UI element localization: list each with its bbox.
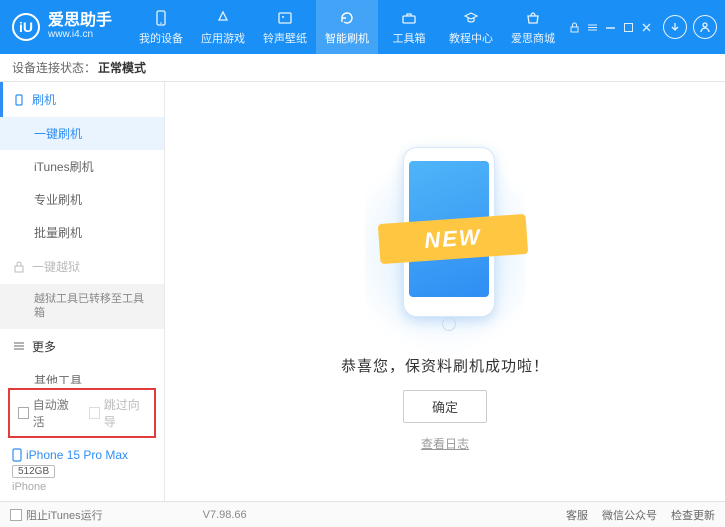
titlebar: iU 爱思助手 www.i4.cn 我的设备 应用游戏 铃声壁纸 智能刷机 工具… (0, 0, 725, 54)
sidebar-item-other-tools[interactable]: 其他工具 (0, 364, 164, 384)
footer: 阻止iTunes运行 V7.98.66 客服 微信公众号 检查更新 (0, 501, 725, 527)
download-button[interactable] (663, 15, 687, 39)
success-illustration: NEW (375, 141, 515, 341)
phone-icon (152, 9, 170, 27)
logo-icon: iU (12, 13, 40, 41)
checkbox-skip-guide[interactable]: 跳过向导 (89, 396, 146, 430)
sidebar-group-more[interactable]: 更多 (0, 329, 164, 364)
success-message: 恭喜您，保资料刷机成功啦！ (341, 355, 549, 376)
footer-wechat[interactable]: 微信公众号 (602, 507, 657, 523)
lock-icon[interactable] (567, 20, 581, 34)
sidebar-item-batch-flash[interactable]: 批量刷机 (0, 216, 164, 249)
close-button[interactable] (639, 20, 653, 34)
footer-update[interactable]: 检查更新 (671, 507, 715, 523)
refresh-icon (338, 9, 356, 27)
store-icon (524, 9, 542, 27)
sidebar-group-jailbreak: 一键越狱 (0, 249, 164, 284)
user-button[interactable] (693, 15, 717, 39)
sidebar-item-oneclick-flash[interactable]: 一键刷机 (0, 117, 164, 150)
sidebar-group-flash[interactable]: 刷机 (0, 82, 164, 117)
view-log-link[interactable]: 查看日志 (421, 435, 469, 452)
graduation-icon (462, 9, 480, 27)
nav-my-device[interactable]: 我的设备 (130, 0, 192, 54)
device-name[interactable]: iPhone 15 Pro Max (12, 448, 152, 462)
menu-icon[interactable] (585, 20, 599, 34)
sidebar: 刷机 一键刷机 iTunes刷机 专业刷机 批量刷机 一键越狱 越狱工具已转移至… (0, 82, 165, 501)
status-bar: 设备连接状态： 正常模式 (0, 54, 725, 82)
jailbreak-note: 越狱工具已转移至工具箱 (0, 284, 164, 329)
sidebar-item-pro-flash[interactable]: 专业刷机 (0, 183, 164, 216)
flash-icon (12, 93, 26, 107)
more-icon (12, 339, 26, 353)
brand: 爱思助手 www.i4.cn (48, 13, 112, 41)
new-ribbon: NEW (378, 214, 528, 264)
checkbox-auto-activate[interactable]: 自动激活 (18, 396, 75, 430)
footer-support[interactable]: 客服 (566, 507, 588, 523)
apps-icon (214, 9, 232, 27)
minimize-button[interactable] (603, 20, 617, 34)
toolbox-icon (400, 9, 418, 27)
image-icon (276, 9, 294, 27)
content-area: NEW 恭喜您，保资料刷机成功啦！ 确定 查看日志 (165, 82, 725, 501)
storage-badge: 512GB (12, 465, 55, 478)
checkbox-block-itunes[interactable]: 阻止iTunes运行 (10, 507, 103, 523)
status-value: 正常模式 (98, 59, 146, 76)
nav-flash[interactable]: 智能刷机 (316, 0, 378, 54)
app-title: 爱思助手 (48, 13, 112, 29)
nav-apps[interactable]: 应用游戏 (192, 0, 254, 54)
nav-store[interactable]: 爱思商城 (502, 0, 564, 54)
titlebar-right (567, 15, 717, 39)
sidebar-item-itunes-flash[interactable]: iTunes刷机 (0, 150, 164, 183)
highlight-box: 自动激活 跳过向导 (8, 388, 156, 438)
device-phone-icon (12, 448, 22, 462)
version-label: V7.98.66 (203, 509, 247, 521)
maximize-button[interactable] (621, 20, 635, 34)
device-info: iPhone 15 Pro Max 512GB iPhone (0, 442, 164, 501)
app-subtitle: www.i4.cn (48, 29, 112, 41)
device-type: iPhone (12, 481, 152, 493)
window-controls (567, 20, 653, 34)
nav-toolbox[interactable]: 工具箱 (378, 0, 440, 54)
lock-icon (12, 260, 26, 274)
status-label: 设备连接状态： (12, 59, 96, 76)
nav-tutorials[interactable]: 教程中心 (440, 0, 502, 54)
ok-button[interactable]: 确定 (403, 390, 487, 423)
main-nav: 我的设备 应用游戏 铃声壁纸 智能刷机 工具箱 教程中心 爱思商城 (130, 0, 564, 54)
nav-ringtones[interactable]: 铃声壁纸 (254, 0, 316, 54)
